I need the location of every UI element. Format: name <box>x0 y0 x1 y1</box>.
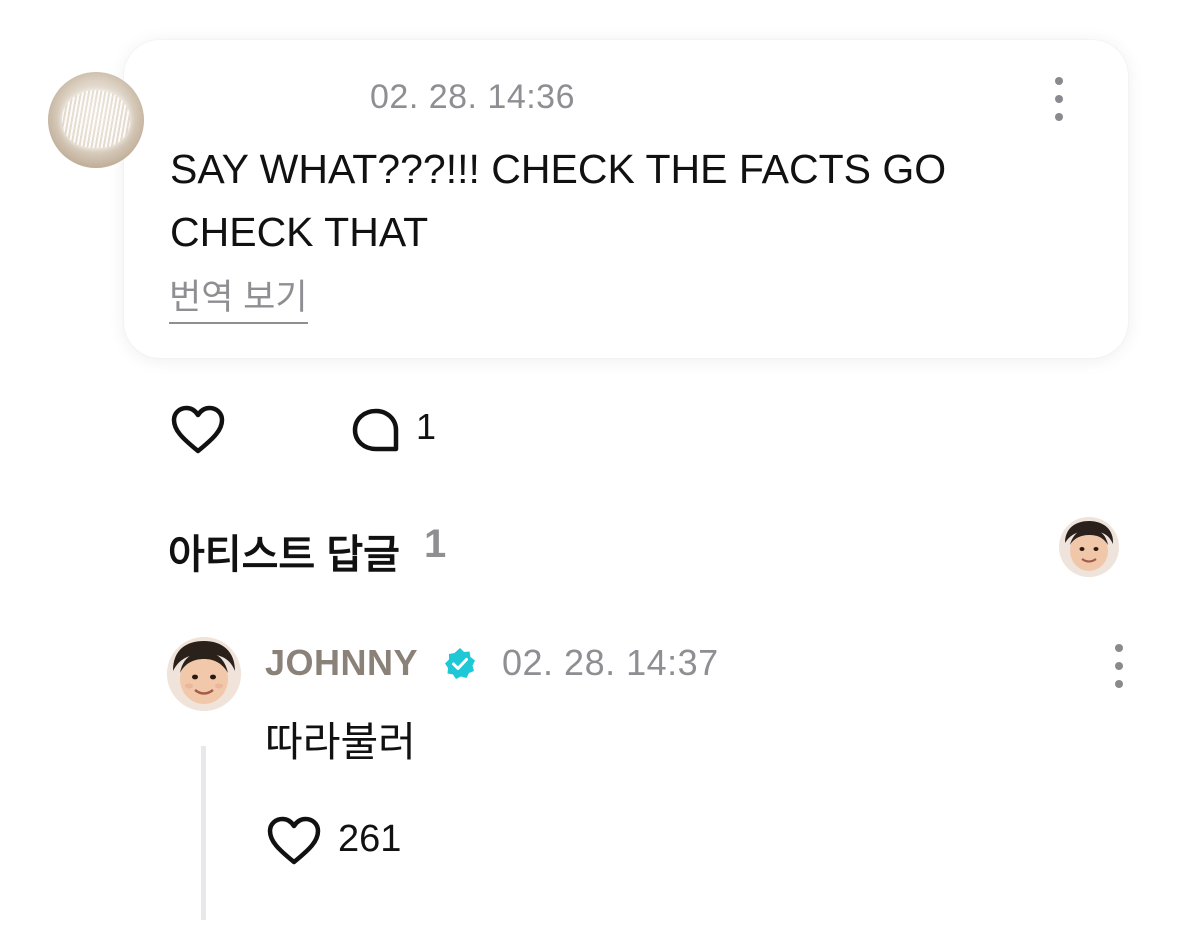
comment-text: SAY WHAT???!!! CHECK THE FACTS GO CHECK … <box>170 146 947 255</box>
thread-line <box>201 746 206 920</box>
artist-avatar-small[interactable] <box>1059 517 1119 577</box>
artist-replies-count: 1 <box>424 522 447 566</box>
reply-bubble-icon[interactable] <box>350 406 402 456</box>
commenter-avatar[interactable] <box>48 72 144 168</box>
reply-text: 따라불러 <box>265 719 416 765</box>
comment-timestamp: 02. 28. 14:36 <box>370 78 576 116</box>
reply-author-name[interactable]: JOHNNY <box>265 642 418 684</box>
translate-link[interactable]: 번역 보기 <box>169 278 308 324</box>
reply-more-options-icon[interactable] <box>1107 644 1131 688</box>
johnny-avatar[interactable] <box>167 637 241 711</box>
fuzzy-plant-image <box>62 90 130 148</box>
reply-timestamp: 02. 28. 14:37 <box>502 642 719 683</box>
reply-count: 1 <box>416 406 437 447</box>
verified-badge-icon <box>445 648 475 679</box>
comment-thread-page: 02. 28. 14:36 SAY WHAT???!!! CHECK THE F… <box>0 0 1179 928</box>
comment-more-options-icon[interactable] <box>1047 77 1071 121</box>
reply-like-heart-icon[interactable] <box>266 815 322 867</box>
artist-replies-title: 아티스트 답글 <box>168 533 400 577</box>
like-heart-icon[interactable] <box>170 404 226 456</box>
reply-like-count: 261 <box>338 818 402 860</box>
